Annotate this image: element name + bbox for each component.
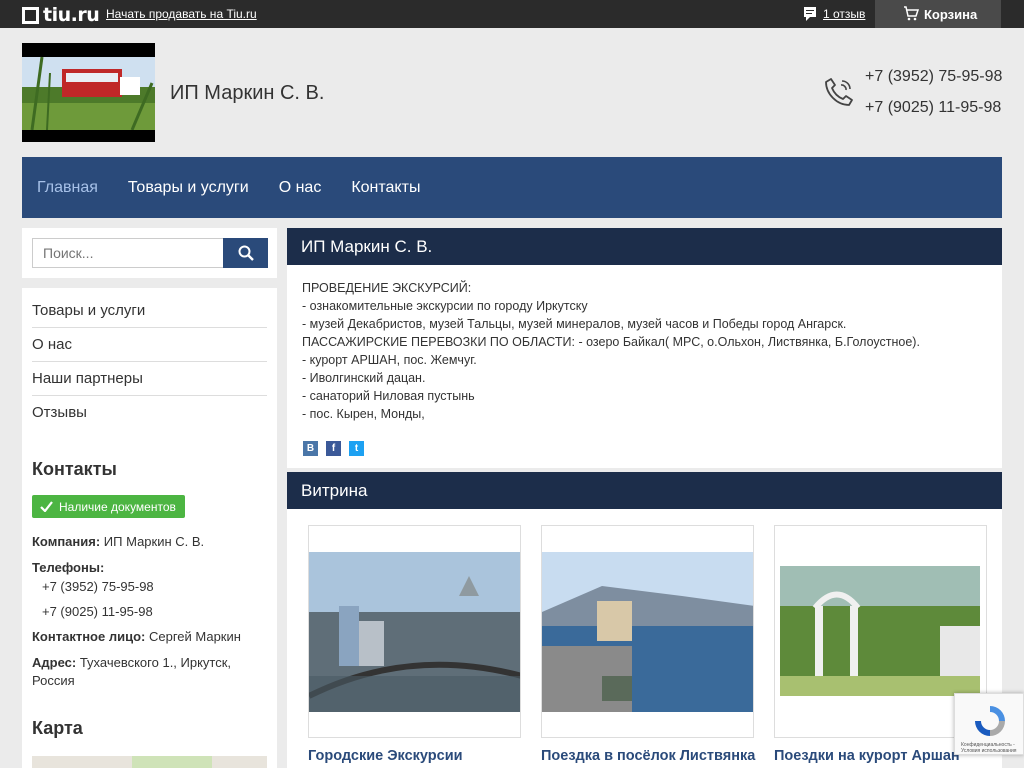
description-line: - пос. Кырен, Монды, <box>302 407 425 421</box>
social-share: В f t <box>303 441 372 456</box>
product-grid: Городские Экскурсии Поездка в посёлок Ли… <box>308 525 1007 764</box>
contact-person-label: Контактное лицо: <box>32 629 146 644</box>
nav-item-about[interactable]: О нас <box>279 179 322 197</box>
documents-badge[interactable]: Наличие документов <box>32 495 185 518</box>
address-info: Адрес: Тухачевского 1., Иркутск, Россия <box>32 654 262 690</box>
map-heading: Карта <box>32 718 83 738</box>
search-button[interactable] <box>223 238 268 268</box>
documents-badge-label: Наличие документов <box>59 499 176 514</box>
phone-icon <box>825 78 853 106</box>
map[interactable] <box>32 756 267 768</box>
comment-icon <box>804 7 816 21</box>
description-line: - музей Декабристов, музей Тальцы, музей… <box>302 317 847 331</box>
description-line: ПАССАЖИРСКИЕ ПЕРЕВОЗКИ ПО ОБЛАСТИ: - озе… <box>302 335 920 349</box>
search-input[interactable] <box>32 238 223 268</box>
about-card: ИП Маркин С. В. ПРОВЕДЕНИЕ ЭКСКУРСИЙ: - … <box>287 228 1002 468</box>
address-label: Адрес: <box>32 655 77 670</box>
header-phone-2[interactable]: +7 (9025) 11-95-98 <box>865 99 1001 117</box>
contact-person-info: Контактное лицо: Сергей Маркин <box>32 628 241 646</box>
sidebar: Товары и услуги О нас Наши партнеры Отзы… <box>22 288 277 768</box>
contact-person-value: Сергей Маркин <box>148 629 241 644</box>
check-icon <box>40 501 53 512</box>
sidebar-item-reviews[interactable]: Отзывы <box>32 396 267 430</box>
company-value: ИП Маркин С. В. <box>103 534 205 549</box>
twitter-icon[interactable]: t <box>349 441 364 456</box>
product-image[interactable] <box>541 525 754 738</box>
cart-button[interactable]: Корзина <box>875 0 1001 28</box>
nav-item-contacts[interactable]: Контакты <box>351 179 420 197</box>
recaptcha-icon <box>975 706 1005 736</box>
sidebar-menu: Товары и услуги О нас Наши партнеры Отзы… <box>32 294 267 430</box>
company-logo-image[interactable] <box>22 43 155 142</box>
logo-square-icon <box>22 6 39 24</box>
product-card[interactable]: Городские Экскурсии <box>308 525 521 764</box>
sidebar-item-partners[interactable]: Наши партнеры <box>32 362 267 396</box>
address-value: Тухачевского 1., Иркутск, <box>79 655 232 670</box>
company-label: Компания: <box>32 534 101 549</box>
product-name[interactable]: Городские Экскурсии <box>308 748 521 764</box>
header-phone-1[interactable]: +7 (3952) 75-95-98 <box>865 68 1002 86</box>
vk-icon[interactable]: В <box>303 441 318 456</box>
showcase-heading: Витрина <box>287 472 1002 509</box>
cart-label: Корзина <box>924 6 978 22</box>
product-image[interactable] <box>308 525 521 738</box>
reviews-link[interactable]: 1 отзыв <box>803 6 865 22</box>
product-card[interactable]: Поездка в посёлок Листвянка <box>541 525 755 764</box>
top-bar: tiu.ru Начать продавать на Tiu.ru 1 отзы… <box>0 0 1024 28</box>
contacts-heading: Контакты <box>32 459 117 479</box>
about-description: ПРОВЕДЕНИЕ ЭКСКУРСИЙ: - ознакомительные … <box>302 279 920 423</box>
facebook-icon[interactable]: f <box>326 441 341 456</box>
product-name[interactable]: Поездка в посёлок Листвянка <box>541 748 755 764</box>
showcase-card: Витрина Городские Экскурсии Поездка в по… <box>287 472 1002 768</box>
sidebar-item-about[interactable]: О нас <box>32 328 267 362</box>
nav-item-home[interactable]: Главная <box>37 179 98 197</box>
recaptcha-text: Конфиденциальность - Условия использован… <box>961 742 1017 754</box>
logo-text: tiu.ru <box>43 4 100 26</box>
nav-item-products[interactable]: Товары и услуги <box>128 179 249 197</box>
description-line: ПРОВЕДЕНИЕ ЭКСКУРСИЙ: <box>302 281 472 295</box>
phones-label: Телефоны: <box>32 560 105 575</box>
description-line: - санаторий Ниловая пустынь <box>302 389 475 403</box>
description-line: - Иволгинский дацан. <box>302 371 426 385</box>
recaptcha-badge[interactable]: Конфиденциальность - Условия использован… <box>954 693 1024 755</box>
cart-icon <box>904 6 919 21</box>
main-nav: Главная Товары и услуги О нас Контакты <box>22 157 1002 218</box>
search-panel <box>22 228 277 278</box>
start-selling-link[interactable]: Начать продавать на Tiu.ru <box>106 7 257 21</box>
phones-info: Телефоны: <box>32 559 104 577</box>
description-line: - ознакомительные экскурсии по городу Ир… <box>302 299 588 313</box>
sidebar-phone-1[interactable]: +7 (3952) 75-95-98 <box>42 578 154 596</box>
search-icon <box>238 245 254 261</box>
reviews-link-label: 1 отзыв <box>823 7 866 21</box>
address-value-country: Россия <box>32 673 75 688</box>
sidebar-phone-2[interactable]: +7 (9025) 11-95-98 <box>42 603 153 621</box>
company-title: ИП Маркин С. В. <box>170 82 325 104</box>
tiu-logo[interactable]: tiu.ru <box>22 4 100 26</box>
company-info: Компания: ИП Маркин С. В. <box>32 533 204 551</box>
about-heading: ИП Маркин С. В. <box>287 228 1002 265</box>
sidebar-item-products[interactable]: Товары и услуги <box>32 294 267 328</box>
description-line: - курорт АРШАН, пос. Жемчуг. <box>302 353 477 367</box>
